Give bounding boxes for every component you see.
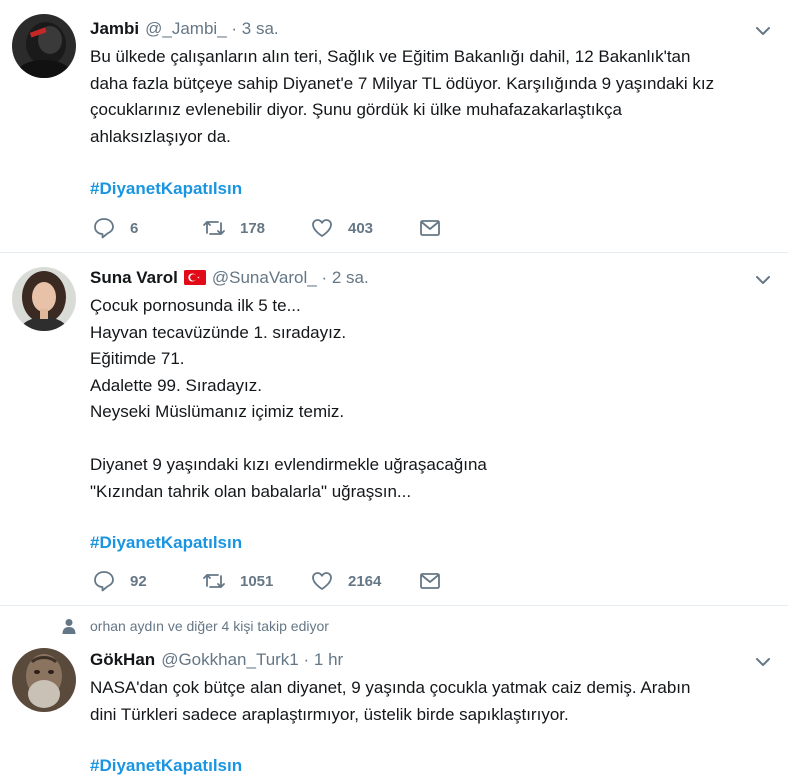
chevron-down-icon[interactable] <box>754 653 772 671</box>
chevron-down-icon[interactable] <box>754 271 772 289</box>
reply-count: 6 <box>130 219 139 237</box>
timestamp[interactable]: 2 sa. <box>332 268 369 287</box>
tweet-text-line: NASA'dan çok bütçe alan diyanet, 9 yaşın… <box>90 678 691 697</box>
tweet-content: Suna Varol @SunaVarol_ · 2 sa. Çocuk por… <box>90 267 772 556</box>
like-button[interactable]: 403 <box>310 216 418 240</box>
tweet-header: Suna Varol @SunaVarol_ · 2 sa. <box>90 267 772 289</box>
retweet-icon <box>203 221 225 235</box>
hashtag-link[interactable]: #DiyanetKapatılsın <box>90 530 772 556</box>
retweet-count: 178 <box>240 219 266 237</box>
heart-icon <box>312 219 332 237</box>
tweet-text-line: Neyseki Müslümanız içimiz temiz. <box>90 402 345 421</box>
tweet-text-line: Diyanet 9 yaşındaki kızı evlendirmekle u… <box>90 455 487 474</box>
timestamp[interactable]: 1 hr <box>314 650 343 669</box>
tweet-actions: 92 1051 2164 <box>92 569 456 593</box>
reply-count: 92 <box>130 572 147 590</box>
person-icon <box>62 619 76 634</box>
like-count: 2164 <box>348 572 382 590</box>
display-name[interactable]: GökHan <box>90 650 155 669</box>
reply-icon <box>94 571 114 592</box>
tweet-text-line: Çocuk pornosunda ilk 5 te... <box>90 296 301 315</box>
tweet-text: Çocuk pornosunda ilk 5 te... Hayvan teca… <box>90 293 772 505</box>
avatar[interactable] <box>12 14 76 78</box>
envelope-icon <box>420 573 440 589</box>
tweet-actions: 6 178 403 <box>92 216 456 240</box>
tweet-text: NASA'dan çok bütçe alan diyanet, 9 yaşın… <box>90 675 772 728</box>
tweet-text-line: ahlaksızlaşıyor da. <box>90 126 231 146</box>
retweet-button[interactable]: 1051 <box>202 569 310 593</box>
tweet-text-line: "Kızından tahrik olan babalarla" uğraşsı… <box>90 481 412 501</box>
social-context-text[interactable]: orhan aydın ve diğer 4 kişi takip ediyor <box>90 618 329 634</box>
avatar[interactable] <box>12 648 76 712</box>
direct-message-button[interactable] <box>418 569 456 593</box>
tweet-text-line: çocuklarınız evlenebilir diyor. Şunu gör… <box>90 100 622 119</box>
direct-message-button[interactable] <box>418 216 456 240</box>
hashtag-link[interactable]: #DiyanetKapatılsın <box>90 176 772 202</box>
reply-button[interactable]: 6 <box>92 216 202 240</box>
separator-dot: · <box>321 268 328 287</box>
display-name[interactable]: Suna Varol <box>90 268 178 287</box>
tweet[interactable]: Suna Varol @SunaVarol_ · 2 sa. Çocuk por… <box>0 253 788 606</box>
envelope-icon <box>420 220 440 236</box>
tweet-text-line: Adalette 99. Sıradayız. <box>90 375 262 395</box>
turkey-flag-icon <box>183 270 206 285</box>
tweet-text: Bu ülkede çalışanların alın teri, Sağlık… <box>90 44 772 150</box>
tweet[interactable]: orhan aydın ve diğer 4 kişi takip ediyor… <box>0 606 788 783</box>
tweet-text-line: dini Türkleri sadece araplaştırmıyor, üs… <box>90 704 569 724</box>
tweet-header: GökHan @Gokkhan_Turk1 · 1 hr <box>90 649 772 671</box>
reply-button[interactable]: 92 <box>92 569 202 593</box>
retweet-button[interactable]: 178 <box>202 216 310 240</box>
separator-dot: · <box>303 650 310 669</box>
social-context: orhan aydın ve diğer 4 kişi takip ediyor <box>62 618 329 634</box>
avatar[interactable] <box>12 267 76 331</box>
user-handle[interactable]: @Gokkhan_Turk1 <box>161 650 299 669</box>
like-button[interactable]: 2164 <box>310 569 418 593</box>
tweet[interactable]: Jambi @_Jambi_ · 3 sa. Bu ülkede çalışanl… <box>0 0 788 253</box>
user-handle[interactable]: @SunaVarol_ <box>212 268 317 287</box>
tweet-text-line: Hayvan tecavüzünde 1. sıradayız. <box>90 322 347 342</box>
separator-dot: · <box>231 19 238 38</box>
retweet-count: 1051 <box>240 572 274 590</box>
like-count: 403 <box>348 219 374 237</box>
timestamp[interactable]: 3 sa. <box>242 19 279 38</box>
tweet-text-line: Bu ülkede çalışanların alın teri, Sağlık… <box>90 47 691 66</box>
tweet-text-line <box>90 426 772 453</box>
tweet-text-line: Eğitimde 71. <box>90 349 185 368</box>
display-name[interactable]: Jambi <box>90 19 139 38</box>
chevron-down-icon[interactable] <box>754 22 772 40</box>
user-handle[interactable]: @_Jambi_ <box>145 19 227 38</box>
hashtag-link[interactable]: #DiyanetKapatılsın <box>90 753 772 779</box>
reply-icon <box>94 218 114 239</box>
retweet-icon <box>203 574 225 588</box>
tweet-header: Jambi @_Jambi_ · 3 sa. <box>90 18 772 40</box>
heart-icon <box>312 572 332 590</box>
tweet-content: GökHan @Gokkhan_Turk1 · 1 hr NASA'dan çok… <box>90 649 772 779</box>
tweet-text-line: daha fazla bütçeye sahip Diyanet'e 7 Mil… <box>90 73 715 93</box>
tweet-content: Jambi @_Jambi_ · 3 sa. Bu ülkede çalışanl… <box>90 18 772 202</box>
